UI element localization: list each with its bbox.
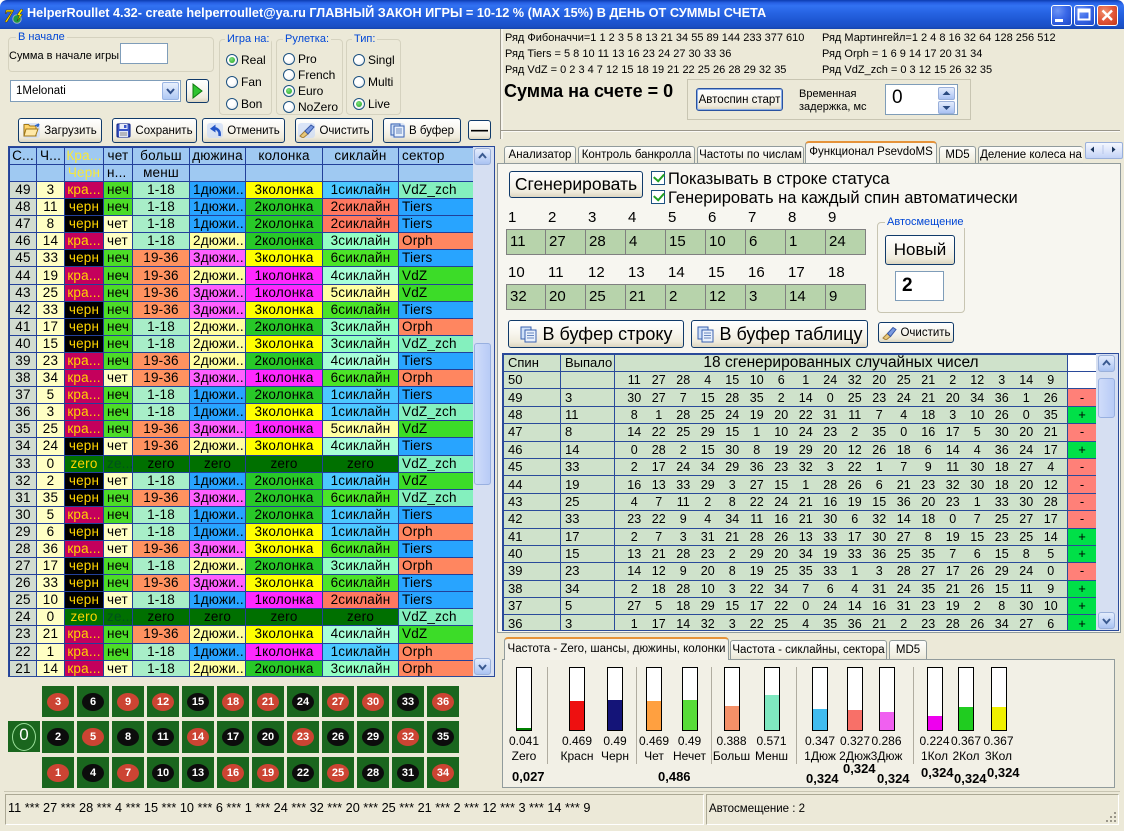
- svg-text:7: 7: [5, 6, 14, 25]
